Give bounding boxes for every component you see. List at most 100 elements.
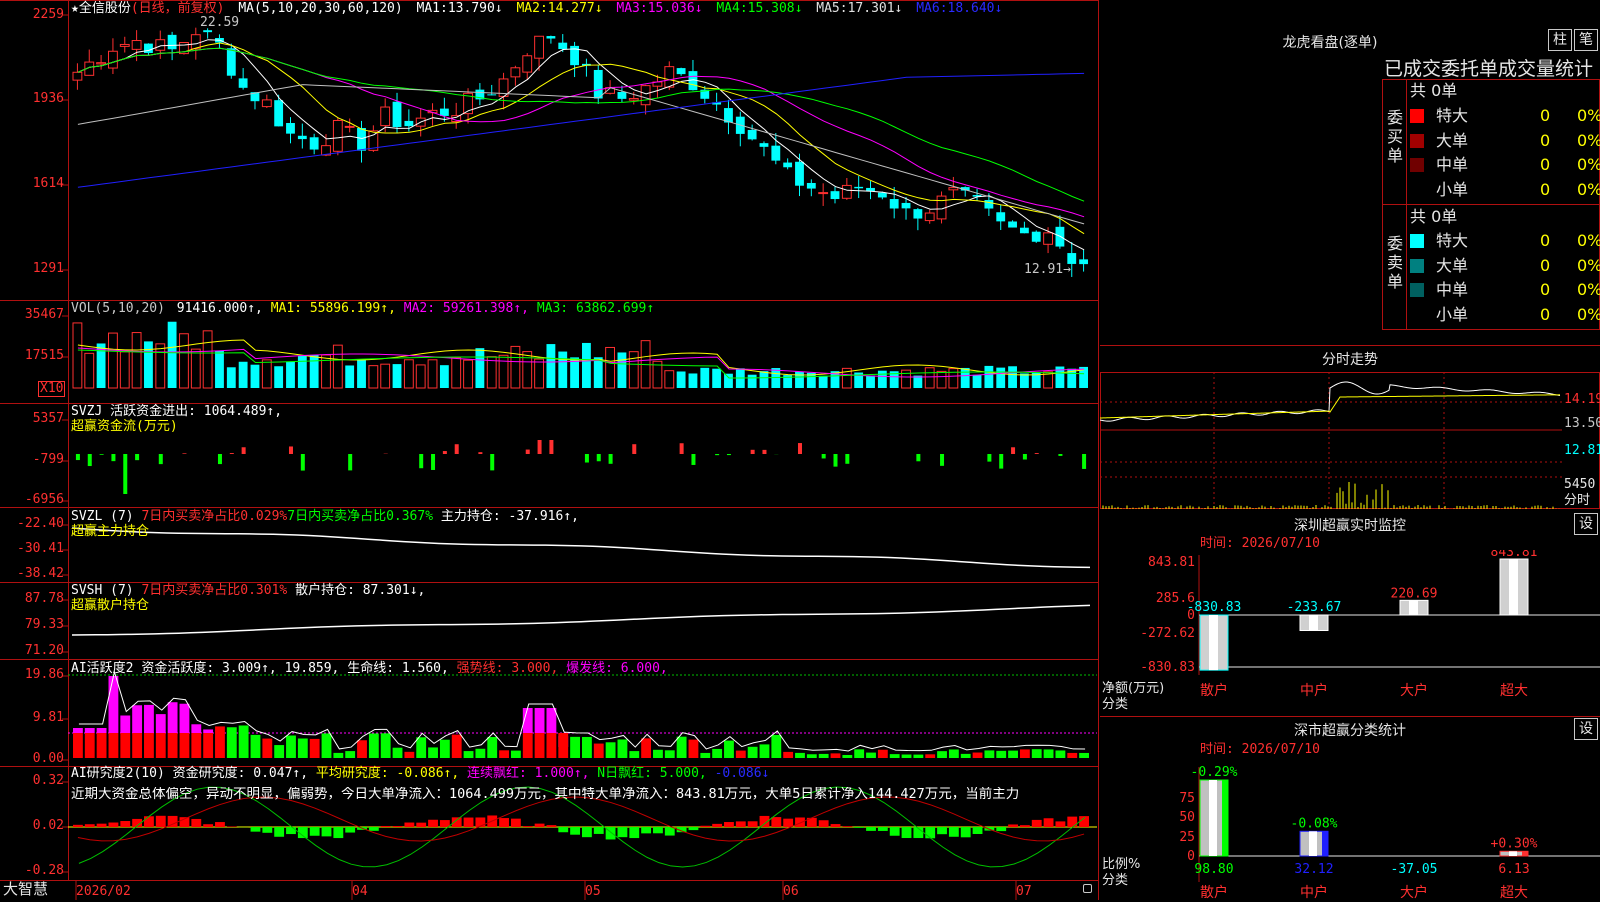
- fund-flow-bar: [1023, 454, 1027, 459]
- research-bar: [404, 823, 414, 827]
- candle-body: [854, 187, 863, 188]
- classify-settings-button[interactable]: 设: [1574, 718, 1598, 740]
- buy-row-1: 大单00%: [1410, 129, 1600, 153]
- fund-flow-bar: [100, 454, 104, 455]
- research-bar: [144, 816, 154, 827]
- volume-bar: [464, 360, 473, 388]
- ma6-key: MA6:: [916, 1, 947, 16]
- sell-row-1: 大单00%: [1410, 254, 1600, 278]
- research-bar: [73, 825, 83, 827]
- classify-pct-label: -0.29%: [1191, 765, 1238, 780]
- candle-body: [842, 185, 851, 198]
- period-label[interactable]: (日线，前复权): [131, 1, 225, 16]
- candle-body: [1032, 232, 1041, 242]
- activity-bar-high: [73, 728, 83, 733]
- activity-bar-high: [535, 708, 545, 733]
- candle-body: [511, 68, 520, 77]
- fund-flow-bar: [289, 446, 293, 454]
- classify-yname1: 比例%: [1102, 857, 1140, 872]
- activity-bar: [452, 735, 462, 758]
- activity-bar: [570, 737, 580, 758]
- candle-body: [203, 30, 212, 32]
- candle-body: [239, 78, 248, 87]
- volume-bar: [677, 371, 686, 388]
- classify-bar-shine: [1309, 831, 1317, 856]
- research-bar: [203, 824, 213, 827]
- research-bar: [511, 819, 521, 827]
- volume-bar: [132, 333, 141, 388]
- classify-bar-shine: [1509, 851, 1517, 856]
- row-qty: 0: [1540, 104, 1550, 128]
- activity-bar: [1044, 749, 1054, 758]
- activity-bar-high: [168, 702, 178, 733]
- row-name: 中单: [1436, 278, 1468, 302]
- xdate-2: 04: [352, 884, 368, 899]
- fund-flow-bar: [76, 454, 80, 460]
- classify-pct-label: -0.08%: [1291, 816, 1338, 831]
- research-bar: [109, 823, 119, 827]
- classify-bar-edge: [1222, 780, 1228, 856]
- vol-ytick-1: 35467: [0, 308, 66, 322]
- row-pct: 0%: [1577, 104, 1600, 128]
- volume-bar: [381, 364, 390, 388]
- research-bar: [961, 827, 971, 837]
- column-mode-button[interactable]: 柱: [1548, 29, 1572, 51]
- fenshi-canvas[interactable]: [1100, 372, 1600, 512]
- research-bar: [996, 827, 1006, 831]
- research-bar: [925, 827, 935, 838]
- monitor-bar-shine: [1209, 615, 1218, 670]
- classify-bar-shine: [1209, 780, 1217, 856]
- activity-bar: [712, 749, 722, 758]
- research-bar: [85, 824, 95, 827]
- tick-mode-button[interactable]: 笔: [1574, 29, 1598, 51]
- chart-area[interactable]: ★全信股份(日线，前复权) MA(5,10,20,30,60,120) MA1:…: [0, 0, 1099, 900]
- volume-bar: [712, 369, 721, 388]
- volume-bar: [156, 344, 165, 388]
- research-bar: [973, 827, 983, 834]
- ma1-val: 13.790↓: [448, 1, 503, 16]
- svzl-ytick-3: -38.42: [0, 567, 66, 581]
- research-bar: [464, 818, 474, 827]
- activity-bar: [949, 749, 959, 758]
- monitor-bar-label: 843.81: [1491, 550, 1538, 560]
- research-bar: [700, 826, 710, 827]
- activity-bar-high: [180, 704, 190, 733]
- activity-bar: [487, 737, 497, 758]
- volume-bar: [487, 357, 496, 388]
- candle-body: [109, 51, 118, 68]
- activity-bar: [416, 737, 426, 758]
- candle-body: [949, 188, 958, 190]
- fund-flow-bar: [549, 440, 553, 454]
- classify-cat-label: 超大: [1500, 885, 1528, 901]
- fund-flow-bar: [123, 454, 127, 494]
- ai1-ytick-2: 9.81: [0, 711, 66, 725]
- activity-bar: [333, 753, 343, 758]
- row-pct: 0%: [1577, 153, 1600, 177]
- sell-row-3: 小单00%: [1410, 303, 1600, 327]
- classify-border: [1100, 716, 1600, 717]
- svsh-sub: 超赢散户持仓: [71, 598, 149, 613]
- activity-bar: [641, 738, 651, 758]
- classify-yname2: 分类: [1102, 873, 1128, 888]
- monitor-settings-button[interactable]: 设: [1574, 513, 1598, 535]
- volume-bar: [73, 323, 82, 388]
- activity-bar: [689, 740, 699, 758]
- buy-row-2: 中单00%: [1410, 153, 1600, 177]
- fund-flow-bar: [762, 450, 766, 454]
- lock-icon[interactable]: [1083, 884, 1092, 893]
- vol-unit-badge: X10: [38, 381, 65, 397]
- activity-bar-high: [120, 716, 130, 733]
- activity-bar: [866, 753, 876, 758]
- candle-body: [298, 136, 307, 139]
- ma4-val: 15.308↓: [748, 1, 803, 16]
- activity-bar: [393, 748, 403, 758]
- activity-bar: [274, 745, 284, 758]
- volume-bar: [1008, 366, 1017, 388]
- activity-bar-base: [558, 733, 568, 758]
- ma6-val: 18.640↓: [948, 1, 1003, 16]
- chart-canvas[interactable]: [0, 0, 1099, 900]
- row-qty: 0: [1540, 129, 1550, 153]
- svzj-ytick-1: 5357: [0, 412, 66, 426]
- volume-bar: [333, 345, 342, 388]
- fund-flow-bar: [727, 454, 731, 455]
